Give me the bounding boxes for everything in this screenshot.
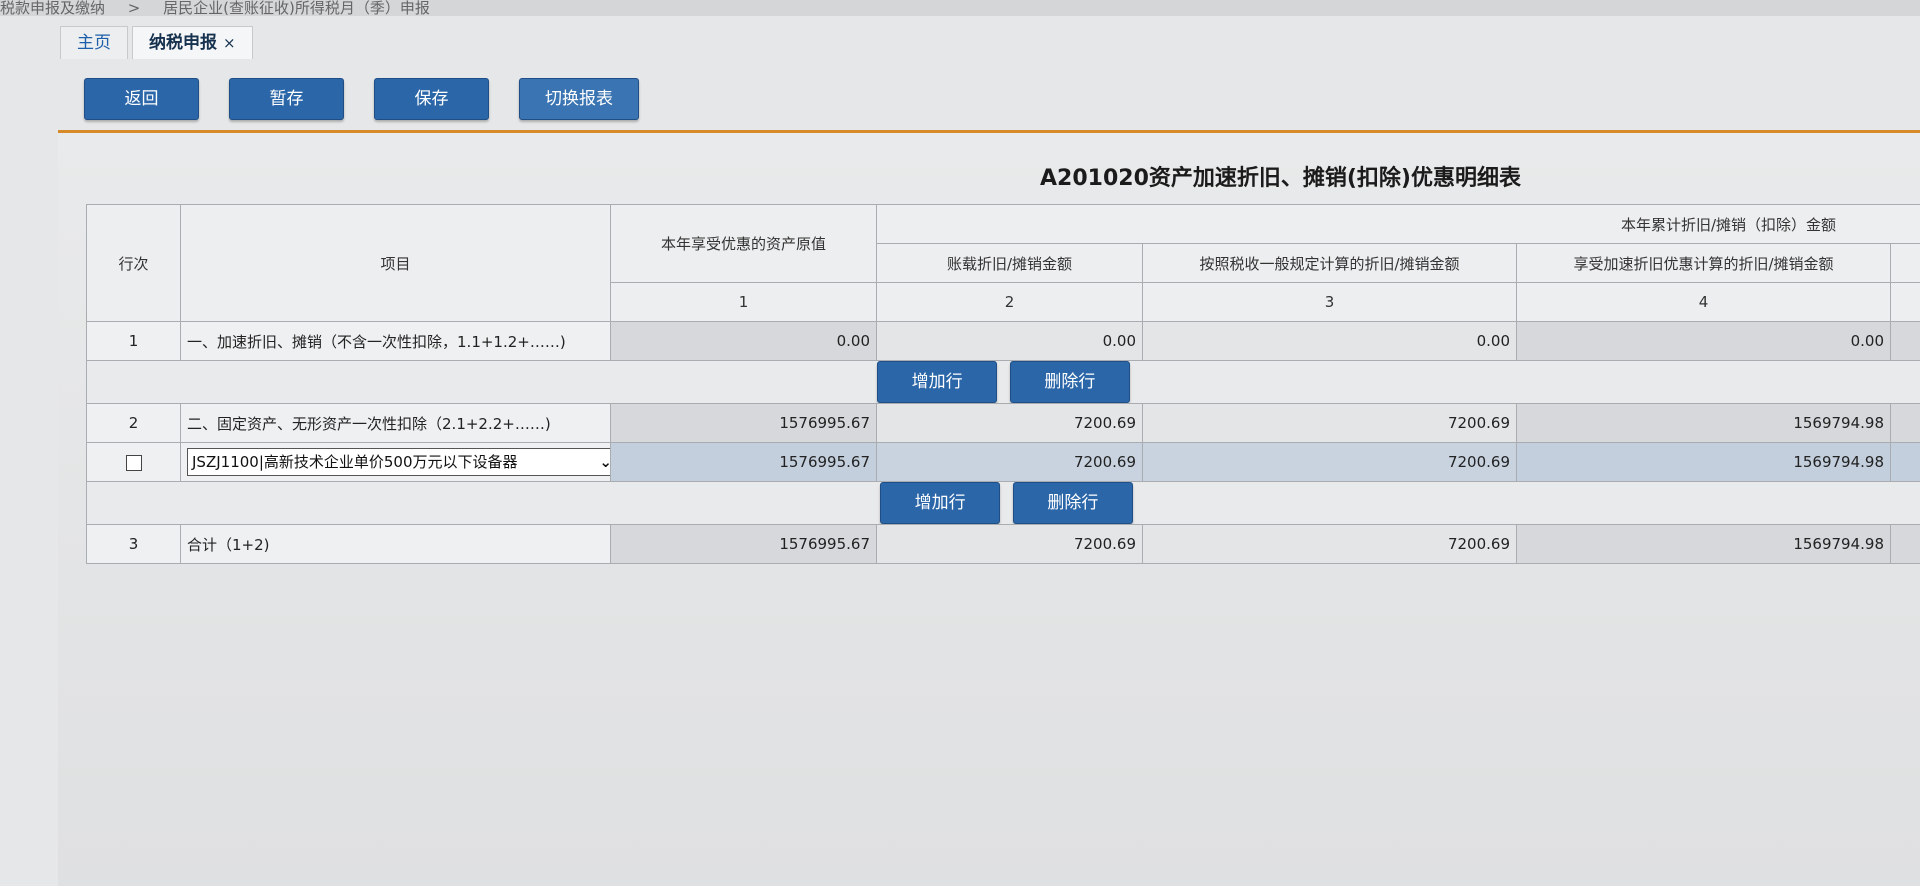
row-item: 一、加速折旧、摊销（不含一次性扣除，1.1+1.2+……): [180, 321, 611, 361]
tab-home[interactable]: 主页: [60, 26, 128, 59]
overflow-cell: [1890, 403, 1920, 443]
header-cumulative-group: 本年累计折旧/摊销（扣除）金额: [876, 204, 1920, 244]
row-no: 3: [86, 524, 181, 564]
close-icon[interactable]: ×: [223, 34, 236, 52]
value-cell[interactable]: 7200.69: [876, 442, 1143, 482]
row-item: 二、固定资产、无形资产一次性扣除（2.1+2.2+……): [180, 403, 611, 443]
tab-tax-declaration[interactable]: 纳税申报 ×: [132, 26, 253, 59]
header-book-amount: 账载折旧/摊销金额: [876, 243, 1143, 283]
row-no: 1: [86, 321, 181, 361]
overflow-cell: [1890, 442, 1920, 482]
value-cell: 1576995.67: [610, 524, 877, 564]
row-item: JSZJ1100|高新技术企业单价500万元以下设备器 ⌄: [180, 442, 611, 482]
value-cell: 1569794.98: [1516, 524, 1891, 564]
value-cell: 0.00: [1516, 321, 1891, 361]
row-actions: 增加行 删除行: [86, 481, 1920, 525]
deduction-type-select[interactable]: JSZJ1100|高新技术企业单价500万元以下设备器 ⌄: [187, 448, 610, 476]
value-cell: 7200.69: [876, 403, 1143, 443]
page-title: A201020资产加速折旧、摊销(扣除)优惠明细表: [1040, 166, 1521, 191]
deduction-type-value: JSZJ1100|高新技术企业单价500万元以下设备器: [192, 453, 518, 471]
value-cell: 0.00: [1142, 321, 1517, 361]
table-row: 2 二、固定资产、无形资产一次性扣除（2.1+2.2+……) 1576995.6…: [86, 403, 1920, 443]
value-cell: 7200.69: [1142, 524, 1517, 564]
overflow-cell: [1890, 321, 1920, 361]
breadcrumb-separator: >: [127, 0, 141, 16]
row-select-cell: [86, 442, 181, 482]
temp-save-button[interactable]: 暂存: [229, 78, 344, 120]
delete-row-button[interactable]: 删除行: [1009, 361, 1130, 403]
row-actions: 增加行 删除行: [86, 360, 1920, 404]
tab-tax-declaration-label: 纳税申报: [149, 33, 217, 53]
breadcrumb-item[interactable]: 居民企业(查账征收)所得税月（季）申报: [163, 0, 430, 16]
row-item: 合计（1+2): [180, 524, 611, 564]
header-row-no: 行次: [86, 204, 181, 322]
value-cell: 0.00: [876, 321, 1143, 361]
table-row: JSZJ1100|高新技术企业单价500万元以下设备器 ⌄ 1576995.67…: [86, 442, 1920, 482]
save-button[interactable]: 保存: [374, 78, 489, 120]
delete-row-button[interactable]: 删除行: [1012, 482, 1133, 524]
header-col-2: 2: [876, 282, 1143, 322]
header-item: 项目: [180, 204, 611, 322]
value-cell: 1576995.67: [610, 403, 877, 443]
overflow-cell: [1890, 524, 1920, 564]
tab-home-label: 主页: [77, 33, 111, 53]
table-row: 1 一、加速折旧、摊销（不含一次性扣除，1.1+1.2+……) 0.00 0.0…: [86, 321, 1920, 361]
breadcrumb: 税款申报及缴纳 > 居民企业(查账征收)所得税月（季）申报: [0, 0, 1920, 16]
add-row-button[interactable]: 增加行: [880, 482, 1001, 524]
header-col-4: 4: [1516, 282, 1891, 322]
header-accelerated-amount: 享受加速折旧优惠计算的折旧/摊销金额: [1516, 243, 1891, 283]
header-overflow-cell: [1890, 243, 1920, 283]
back-button[interactable]: 返回: [84, 78, 199, 120]
value-cell: 7200.69: [876, 524, 1143, 564]
header-overflow-cell: [1890, 282, 1920, 322]
tab-bar: 主页 纳税申报 ×: [60, 26, 257, 60]
chevron-down-icon: ⌄: [599, 449, 609, 475]
header-col-1: 1: [610, 282, 877, 322]
row-no: 2: [86, 403, 181, 443]
header-col-3: 3: [1142, 282, 1517, 322]
table-row: 3 合计（1+2) 1576995.67 7200.69 7200.69 156…: [86, 524, 1920, 564]
value-cell: 7200.69: [1142, 403, 1517, 443]
header-tax-general-amount: 按照税收一般规定计算的折旧/摊销金额: [1142, 243, 1517, 283]
value-cell: 1569794.98: [1516, 403, 1891, 443]
toolbar: 返回 暂存 保存 切换报表: [84, 78, 669, 120]
value-cell: 0.00: [610, 321, 877, 361]
header-original-value: 本年享受优惠的资产原值: [610, 204, 877, 283]
row-checkbox[interactable]: [125, 454, 142, 471]
value-cell[interactable]: 1569794.98: [1516, 442, 1891, 482]
value-cell[interactable]: 7200.69: [1142, 442, 1517, 482]
add-row-button[interactable]: 增加行: [877, 361, 998, 403]
value-cell[interactable]: 1576995.67: [610, 442, 877, 482]
switch-form-button[interactable]: 切换报表: [519, 78, 639, 120]
breadcrumb-item[interactable]: 税款申报及缴纳: [0, 0, 105, 16]
detail-table: 行次 项目 本年享受优惠的资产原值 本年累计折旧/摊销（扣除）金额 账载折旧/摊…: [86, 204, 1920, 564]
